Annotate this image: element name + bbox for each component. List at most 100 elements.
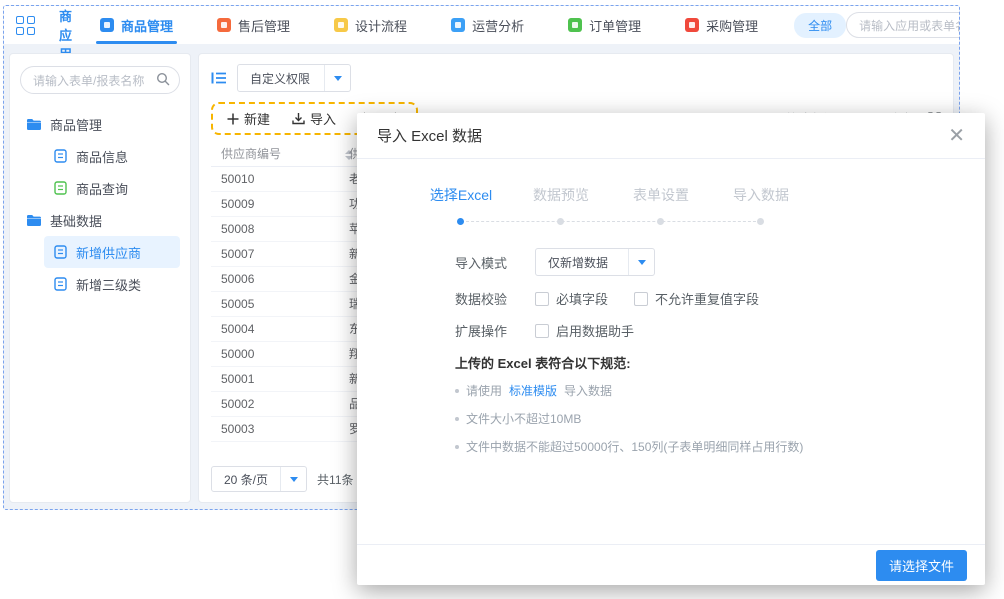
modal-footer: 请选择文件 [357, 544, 985, 585]
nav-tab-label: 设计流程 [355, 16, 407, 35]
bullet-dot [455, 445, 459, 449]
form-icon [52, 181, 68, 195]
tree-leaf-label: 新增三级类 [76, 275, 141, 294]
extension-options: 启用数据助手 [535, 321, 634, 340]
nav-tab-label: 采购管理 [706, 16, 758, 35]
template-link[interactable]: 标准模版 [509, 382, 557, 399]
download-icon [292, 112, 305, 125]
step-dot [557, 218, 564, 225]
view-switcher-icon[interactable] [211, 71, 227, 85]
tree-folder-label: 商品管理 [50, 115, 102, 134]
nav-tab-label: 商品管理 [121, 16, 173, 35]
tree-leaf-新增三级类[interactable]: 新增三级类 [44, 268, 180, 300]
steps-progress [411, 218, 811, 226]
rule-text: 文件中数据不能超过50000行、150列(子表单明细同样占用行数) [466, 438, 803, 455]
rule-text: 请使用 [466, 382, 502, 399]
form-icon [52, 277, 68, 291]
tree-folder-商品管理[interactable]: 商品管理 [20, 108, 180, 140]
rule-item: 请使用 标准模版 导入数据 [455, 382, 985, 399]
cell-supplier-id: 50006 [211, 266, 339, 291]
tree-leaf-新增供应商[interactable]: 新增供应商 [44, 236, 180, 268]
nav-tab[interactable]: 运营分析 [451, 6, 524, 44]
tree-folder-label: 基础数据 [50, 211, 102, 230]
checkbox-box [535, 292, 549, 306]
top-nav: 电商应用 商品管理售后管理设计流程运营分析订单管理采购管理 全部 请输入应用或表… [4, 6, 959, 44]
close-icon[interactable]: ✕ [948, 126, 965, 146]
chevron-down-icon [628, 249, 654, 275]
nav-search-placeholder: 请输入应用或表单名称 [859, 17, 960, 34]
cell-supplier-id: 50002 [211, 391, 339, 416]
cell-supplier-id: 50003 [211, 416, 339, 441]
tree-leaf-label: 商品查询 [76, 179, 128, 198]
tree-leaf-商品信息[interactable]: 商品信息 [44, 140, 180, 172]
col-supplier-id[interactable]: 供应商编号 [211, 141, 339, 166]
nav-tab[interactable]: 采购管理 [685, 6, 758, 44]
rule-item: 文件中数据不能超过50000行、150列(子表单明细同样占用行数) [455, 438, 985, 455]
checkbox-label: 启用数据助手 [556, 321, 634, 340]
step-dot [657, 218, 664, 225]
nav-tab[interactable]: 设计流程 [334, 6, 407, 44]
nav-tab[interactable]: 售后管理 [217, 6, 290, 44]
nav-tab-label: 售后管理 [238, 16, 290, 35]
import-button[interactable]: 导入 [292, 109, 336, 128]
permission-select[interactable]: 自定义权限 [237, 64, 351, 92]
sidebar-search-input[interactable]: 请输入表单/报表名称 [20, 66, 180, 94]
chevron-down-icon [280, 467, 306, 491]
sidebar-tree: 商品管理商品信息商品查询基础数据新增供应商新增三级类 [20, 108, 180, 300]
validation-checkbox[interactable]: 不允许重复值字段 [634, 289, 759, 308]
cell-supplier-id: 50010 [211, 166, 339, 191]
tree-folder-基础数据[interactable]: 基础数据 [20, 204, 180, 236]
chevron-down-icon [324, 65, 350, 91]
app-icon [685, 18, 699, 32]
form-icon [52, 149, 68, 163]
apps-grid-icon[interactable] [16, 16, 35, 35]
form-icon [52, 245, 68, 259]
step-3: 表单设置 [611, 185, 711, 205]
cell-supplier-id: 50008 [211, 216, 339, 241]
cell-supplier-id: 50009 [211, 191, 339, 216]
plus-icon [227, 113, 239, 125]
nav-tab[interactable]: 商品管理 [100, 6, 173, 44]
pagination: 20 条/页 共11条 [211, 466, 354, 492]
checkbox-label: 不允许重复值字段 [655, 289, 759, 308]
checkbox-label: 必填字段 [556, 289, 608, 308]
nav-tab[interactable]: 订单管理 [568, 6, 641, 44]
new-button[interactable]: 新建 [227, 109, 270, 128]
rule-text: 导入数据 [564, 382, 612, 399]
app-icon [217, 18, 231, 32]
search-icon [156, 72, 170, 86]
cell-supplier-id: 50000 [211, 341, 339, 366]
nav-tab-label: 运营分析 [472, 16, 524, 35]
total-count: 共11条 [317, 471, 353, 488]
validation-options: 必填字段 不允许重复值字段 [535, 289, 759, 308]
choose-file-button[interactable]: 请选择文件 [876, 550, 967, 581]
screenshot-stage: 电商应用 商品管理售后管理设计流程运营分析订单管理采购管理 全部 请输入应用或表… [0, 0, 1004, 599]
page-size-select[interactable]: 20 条/页 [211, 466, 307, 492]
app-icon [451, 18, 465, 32]
validation-checkbox[interactable]: 必填字段 [535, 289, 608, 308]
cell-supplier-id: 50005 [211, 291, 339, 316]
nav-right: 请输入应用或表单名称 [846, 12, 960, 38]
nav-tab-label: 订单管理 [589, 16, 641, 35]
step-dot [457, 218, 464, 225]
steps-labels: 选择Excel数据预览表单设置导入数据 [411, 185, 985, 205]
page-size-value: 20 条/页 [212, 471, 280, 488]
nav-search-input[interactable]: 请输入应用或表单名称 [846, 12, 960, 38]
import-mode-select[interactable]: 仅新增数据 [535, 248, 655, 276]
app-icon [568, 18, 582, 32]
sidebar: 请输入表单/报表名称 商品管理商品信息商品查询基础数据新增供应商新增三级类 [9, 53, 191, 503]
checkbox-box [535, 324, 549, 338]
bullet-dot [455, 389, 459, 393]
modal-title: 导入 Excel 数据 [377, 125, 482, 146]
import-excel-modal: 导入 Excel 数据 ✕ 选择Excel数据预览表单设置导入数据 导入模式 仅… [357, 113, 985, 585]
nav-all-badge[interactable]: 全部 [794, 13, 846, 38]
bullet-dot [455, 417, 459, 421]
validation-row: 数据校验 必填字段不允许重复值字段 [455, 289, 985, 308]
extension-row: 扩展操作 启用数据助手 [455, 321, 985, 340]
step-1: 选择Excel [411, 185, 511, 205]
step-2: 数据预览 [511, 185, 611, 205]
tree-leaf-商品查询[interactable]: 商品查询 [44, 172, 180, 204]
import-mode-row: 导入模式 仅新增数据 [455, 248, 985, 276]
import-mode-label: 导入模式 [455, 253, 521, 272]
extension-checkbox[interactable]: 启用数据助手 [535, 321, 634, 340]
